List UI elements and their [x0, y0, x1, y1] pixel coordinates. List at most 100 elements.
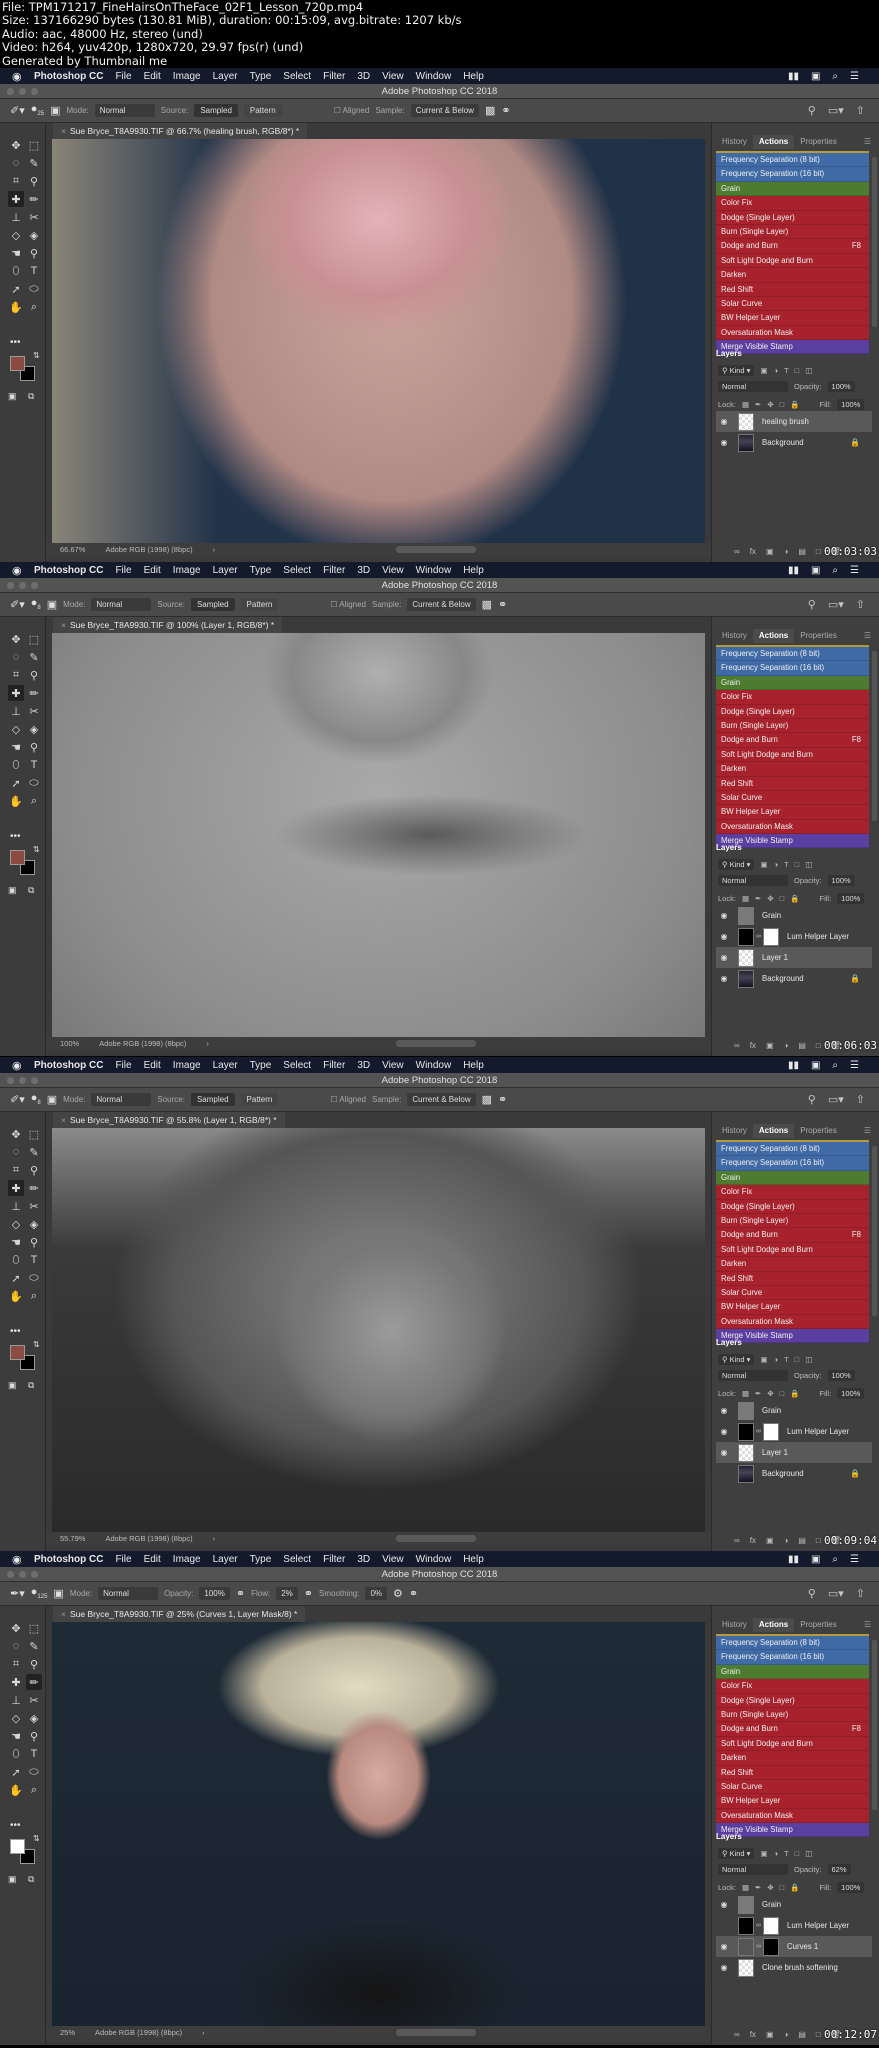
dodge-tool-icon[interactable]: ⚲ [26, 739, 42, 755]
clone-source-icon[interactable]: ▣ [47, 598, 57, 611]
action-item[interactable]: Solar Curve [716, 1779, 869, 1795]
quick-select-tool-icon[interactable]: ✎ [26, 1144, 42, 1160]
workspace-layout-icon[interactable]: ▭▾ [828, 598, 844, 611]
hand-tool-icon[interactable]: ✋ [8, 299, 24, 315]
action-item[interactable]: Solar Curve [716, 790, 869, 806]
horizontal-scrollbar[interactable] [396, 2029, 476, 2036]
tab-actions[interactable]: Actions [752, 135, 795, 149]
menu-item-type[interactable]: Type [250, 1060, 272, 1071]
pen-tool-icon[interactable]: ⬯ [8, 1252, 24, 1268]
action-item[interactable]: Grain [716, 675, 869, 691]
blend-mode-select[interactable]: Normal [718, 1370, 788, 1381]
source-sampled-button[interactable]: Sampled [190, 598, 235, 611]
menu-app-name[interactable]: Photoshop CC [34, 565, 103, 576]
new-layer-icon[interactable]: □ [816, 1041, 821, 1050]
menu-item-image[interactable]: Image [173, 1554, 201, 1565]
apple-icon[interactable]: ◉ [12, 1553, 26, 1566]
fx-icon[interactable]: fx [750, 2030, 756, 2039]
menu-item-help[interactable]: Help [463, 565, 484, 576]
move-tool-icon[interactable]: ✥ [8, 1126, 24, 1142]
crop-tool-icon[interactable]: ⌗ [8, 1162, 24, 1178]
lock-artboard-icon[interactable]: □ [780, 1883, 785, 1892]
minimize-window-button[interactable] [19, 88, 26, 95]
menu-item-file[interactable]: File [115, 1554, 131, 1565]
layer-opacity-field[interactable]: 100% [827, 381, 855, 392]
notification-center-icon[interactable]: ☰ [850, 1060, 859, 1071]
zoom-window-button[interactable] [31, 1077, 38, 1084]
status-menu-arrow[interactable]: › [206, 1037, 209, 1050]
action-item[interactable]: Darken [716, 1257, 869, 1272]
menu-item-select[interactable]: Select [283, 71, 311, 82]
menu-item-filter[interactable]: Filter [323, 565, 345, 576]
screen-record-icon[interactable]: ▣ [811, 1060, 820, 1071]
action-item[interactable]: Red Shift [716, 282, 869, 297]
screen-mode-icon[interactable]: ⧉ [28, 885, 34, 896]
blend-mode-select[interactable]: Normal [718, 381, 788, 392]
eyedropper-tool-icon[interactable]: ⚲ [26, 1656, 42, 1672]
status-menu-arrow[interactable]: › [213, 1532, 216, 1545]
source-pattern-button[interactable]: Pattern [243, 104, 282, 117]
new-adjustment-icon[interactable]: ◑ [784, 547, 789, 556]
tab-history[interactable]: History [716, 1618, 753, 1632]
link-layers-icon[interactable]: ∞ [734, 547, 740, 556]
fill-field[interactable]: 100% [837, 1882, 865, 1893]
menu-item-view[interactable]: View [382, 1554, 404, 1565]
horizontal-scrollbar[interactable] [396, 546, 476, 553]
link-layers-icon[interactable]: ∞ [734, 2030, 740, 2039]
layer-row[interactable]: ◉ Background 🔒 [716, 432, 872, 453]
status-menu-arrow[interactable]: › [213, 543, 216, 556]
layer-row[interactable]: ◉ Grain [716, 1894, 872, 1915]
lock-image-icon[interactable]: ✒ [755, 1883, 761, 1892]
filter-shape-icon[interactable]: □ [795, 860, 800, 869]
brush-preset-picker[interactable]: ●8 [31, 597, 41, 611]
document-tab[interactable]: × Sue Bryce_T8A9930.TIF @ 25% (Curves 1, … [53, 1606, 306, 1622]
quick-mask-icon[interactable]: ▣ [8, 391, 17, 402]
workspace-layout-icon[interactable]: ▭▾ [828, 1093, 844, 1106]
layer-row[interactable]: ◉ Grain [716, 1400, 872, 1421]
new-layer-icon[interactable]: □ [816, 547, 821, 556]
action-item[interactable]: Red Shift [716, 1271, 869, 1286]
share-icon[interactable]: ⇧ [856, 1587, 865, 1600]
brush-settings-icon[interactable]: ▣ [53, 1587, 63, 1600]
brush-tool-icon[interactable]: ✒▾ [10, 1587, 25, 1600]
eye-icon[interactable]: ◉ [716, 974, 732, 983]
filter-adjustment-icon[interactable]: ◑ [774, 366, 779, 375]
ignore-adjustment-layers-icon[interactable]: ▩ [485, 104, 495, 117]
new-group-icon[interactable]: ▤ [798, 2030, 806, 2039]
stamp-tool-icon[interactable]: ⊥ [8, 703, 24, 719]
image-canvas[interactable] [52, 633, 705, 1037]
tab-properties[interactable]: Properties [794, 629, 842, 643]
workspace-layout-icon[interactable]: ▭▾ [828, 1587, 844, 1600]
action-item[interactable]: BW Helper Layer [716, 311, 869, 326]
menu-item-image[interactable]: Image [173, 565, 201, 576]
layer-row[interactable]: ◉ healing brush [716, 411, 872, 432]
foreground-color-swatch[interactable] [10, 1345, 25, 1360]
ellipse-tool-icon[interactable]: ⬭ [26, 1764, 42, 1780]
menu-item-image[interactable]: Image [173, 1060, 201, 1071]
layer-mask-thumbnail[interactable] [763, 1422, 779, 1441]
new-layer-icon[interactable]: □ [816, 2030, 821, 2039]
action-item[interactable]: Oversaturation Mask [716, 819, 869, 835]
add-mask-icon[interactable]: ▣ [766, 1536, 774, 1545]
lock-position-icon[interactable]: ✥ [767, 894, 773, 903]
sample-select[interactable]: Current & Below [410, 104, 479, 117]
screen-record-icon[interactable]: ▣ [811, 71, 820, 82]
filter-shape-icon[interactable]: □ [795, 1355, 800, 1364]
layer-filter-kind-select[interactable]: ⚲ Kind ▾ [718, 1354, 755, 1365]
eye-icon[interactable]: ◉ [716, 1963, 732, 1972]
more-tools-icon[interactable]: ••• [10, 831, 21, 842]
zoom-level[interactable]: 66.67% [60, 543, 85, 556]
source-pattern-button[interactable]: Pattern [240, 1093, 279, 1106]
brush-preset-picker[interactable]: ●125 [31, 1586, 48, 1600]
menu-item-help[interactable]: Help [463, 71, 484, 82]
history-brush-tool-icon[interactable]: ✂ [26, 703, 42, 719]
workspace-icon[interactable]: ▮▮ [788, 1060, 799, 1071]
eraser-tool-icon[interactable]: ◇ [8, 721, 24, 737]
eraser-tool-icon[interactable]: ◇ [8, 227, 24, 243]
paint-bucket-tool-icon[interactable]: ◈ [26, 1216, 42, 1232]
menu-item-window[interactable]: Window [416, 71, 452, 82]
action-item[interactable]: Oversaturation Mask [716, 325, 869, 341]
new-group-icon[interactable]: ▤ [798, 1536, 806, 1545]
layer-mask-thumbnail[interactable] [763, 1916, 779, 1935]
eye-icon[interactable]: ◉ [716, 932, 732, 941]
